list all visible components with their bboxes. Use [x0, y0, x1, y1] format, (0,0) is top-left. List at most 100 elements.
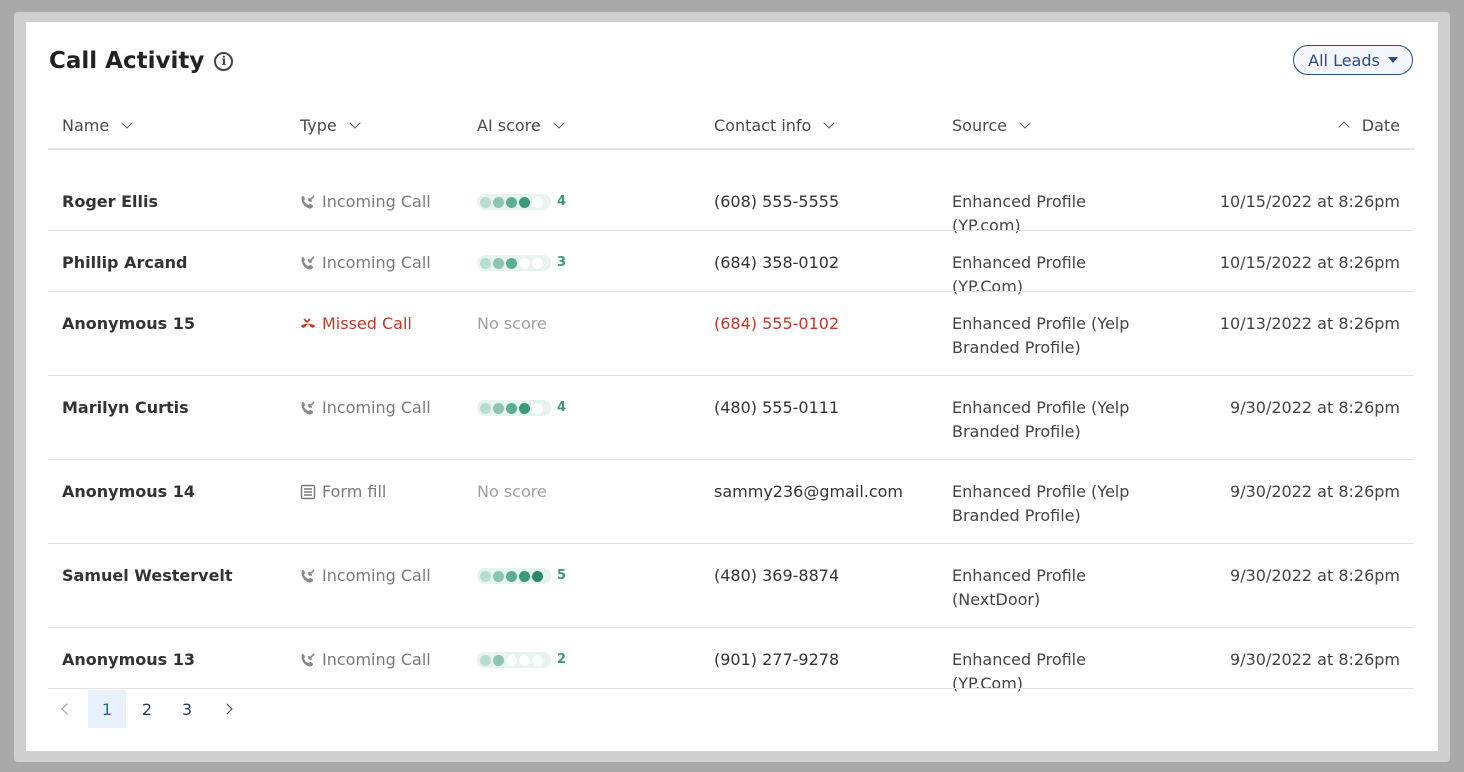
score-meter — [477, 194, 551, 210]
score-dot — [506, 257, 517, 269]
score-dot — [493, 402, 504, 414]
next-page-button[interactable] — [208, 690, 246, 728]
lead-name[interactable]: Anonymous 14 — [62, 480, 195, 504]
lead-name[interactable]: Roger Ellis — [62, 190, 158, 214]
table-row[interactable]: Anonymous 13 Incoming Call 2 (901) 277-9… — [48, 628, 1414, 693]
column-header-name[interactable]: Name — [62, 102, 133, 148]
score-dot — [519, 402, 530, 414]
lead-type: Incoming Call — [300, 564, 431, 588]
lead-type-label: Incoming Call — [322, 398, 431, 417]
score-dot — [493, 654, 504, 666]
lead-type-label: Incoming Call — [322, 566, 431, 585]
lead-date: 9/30/2022 at 8:26pm — [1230, 566, 1400, 585]
lead-type: Incoming Call — [300, 190, 431, 214]
all-leads-dropdown[interactable]: All Leads — [1293, 45, 1413, 75]
score-dot — [493, 570, 504, 582]
chevron-down-icon — [553, 117, 565, 129]
lead-name[interactable]: Marilyn Curtis — [62, 396, 189, 420]
table-row[interactable]: Phillip Arcand Incoming Call 3 (684) 358… — [48, 231, 1414, 296]
lead-date: 9/30/2022 at 8:26pm — [1230, 650, 1400, 669]
lead-type-label: Incoming Call — [322, 650, 431, 669]
table-row[interactable]: Samuel Westervelt Incoming Call 5 (480) … — [48, 544, 1414, 628]
pagination: 1 2 3 — [48, 690, 246, 728]
lead-name[interactable]: Phillip Arcand — [62, 251, 187, 275]
column-header-ai-score[interactable]: AI score — [477, 102, 565, 148]
lead-type: Form fill — [300, 480, 386, 504]
lead-name[interactable]: Anonymous 13 — [62, 648, 195, 672]
ai-score: 2 — [477, 648, 566, 672]
page-button-1[interactable]: 1 — [88, 690, 126, 728]
incoming-call-icon — [300, 194, 316, 210]
chevron-left-icon — [61, 703, 73, 715]
contact-info[interactable]: (608) 555-5555 — [714, 190, 839, 214]
lead-source: Enhanced Profile (Yelp Branded Profile) — [952, 398, 1130, 441]
contact-info[interactable]: sammy236@gmail.com — [714, 480, 903, 504]
lead-type-label: Incoming Call — [322, 253, 431, 272]
table-row[interactable]: Anonymous 14 Form fill No score sammy236… — [48, 460, 1414, 544]
page-button-2[interactable]: 2 — [128, 690, 166, 728]
score-number: 3 — [557, 255, 567, 270]
score-meter — [477, 652, 551, 668]
lead-name[interactable]: Samuel Westervelt — [62, 564, 233, 588]
form-icon — [300, 484, 316, 500]
ai-score-empty: No score — [477, 314, 547, 333]
chevron-down-icon — [823, 117, 836, 129]
score-meter — [477, 255, 551, 271]
score-dot — [506, 402, 517, 414]
score-dot — [506, 654, 517, 666]
score-number: 2 — [557, 652, 567, 667]
lead-source: Enhanced Profile (Yelp Branded Profile) — [952, 314, 1130, 357]
chevron-down-icon — [121, 117, 133, 129]
score-dot — [480, 570, 491, 582]
lead-source: Enhanced Profile (Yelp Branded Profile) — [952, 482, 1130, 525]
table-row[interactable]: Anonymous 15 Missed Call No score (684) … — [48, 292, 1414, 376]
incoming-call-icon — [300, 652, 316, 668]
incoming-call-icon — [300, 568, 316, 584]
score-dot — [506, 570, 517, 582]
lead-type: Missed Call — [300, 312, 412, 336]
score-dot — [519, 654, 530, 666]
chevron-down-icon — [349, 117, 361, 129]
column-header-source[interactable]: Source — [952, 102, 1031, 148]
score-dot — [480, 402, 491, 414]
score-number: 5 — [557, 568, 567, 583]
score-dot — [480, 257, 491, 269]
score-dot — [493, 196, 504, 208]
score-dot — [519, 196, 530, 208]
ai-score: 5 — [477, 564, 566, 588]
ai-score: 4 — [477, 190, 566, 214]
all-leads-label: All Leads — [1308, 50, 1380, 70]
table-row[interactable]: Marilyn Curtis Incoming Call 4 (480) 555… — [48, 376, 1414, 460]
contact-info[interactable]: (480) 555-0111 — [714, 396, 839, 420]
column-header-type[interactable]: Type — [300, 102, 361, 148]
contact-info[interactable]: (901) 277-9278 — [714, 648, 839, 672]
info-icon[interactable]: i — [214, 51, 234, 71]
lead-type: Incoming Call — [300, 396, 431, 420]
contact-info[interactable]: (480) 369-8874 — [714, 564, 839, 588]
column-header-label: AI score — [477, 115, 541, 135]
lead-date: 10/15/2022 at 8:26pm — [1219, 253, 1400, 272]
lead-date: 9/30/2022 at 8:26pm — [1230, 398, 1400, 417]
table-header: Name Type AI score Contact info Source D… — [48, 102, 1414, 150]
lead-type: Incoming Call — [300, 251, 431, 275]
table-row[interactable]: Roger Ellis Incoming Call 4 (608) 555-55… — [48, 170, 1414, 235]
lead-name[interactable]: Anonymous 15 — [62, 312, 195, 336]
column-header-date[interactable]: Date — [1338, 102, 1400, 148]
page-title-text: Call Activity — [49, 48, 205, 74]
score-meter — [477, 400, 551, 416]
score-dot — [532, 257, 543, 269]
chevron-down-icon — [1019, 117, 1031, 129]
page-button-3[interactable]: 3 — [168, 690, 206, 728]
prev-page-button[interactable] — [48, 690, 86, 728]
score-number: 4 — [557, 400, 567, 415]
contact-info[interactable]: (684) 358-0102 — [714, 251, 839, 275]
column-header-label: Type — [300, 115, 337, 135]
caret-down-icon — [1387, 57, 1398, 63]
contact-info[interactable]: (684) 555-0102 — [714, 312, 839, 336]
column-header-label: Date — [1361, 115, 1400, 135]
score-dot — [480, 196, 491, 208]
lead-type: Incoming Call — [300, 648, 431, 672]
ai-score-empty: No score — [477, 482, 547, 501]
column-header-contact[interactable]: Contact info — [714, 102, 836, 148]
lead-date: 10/15/2022 at 8:26pm — [1219, 192, 1400, 211]
